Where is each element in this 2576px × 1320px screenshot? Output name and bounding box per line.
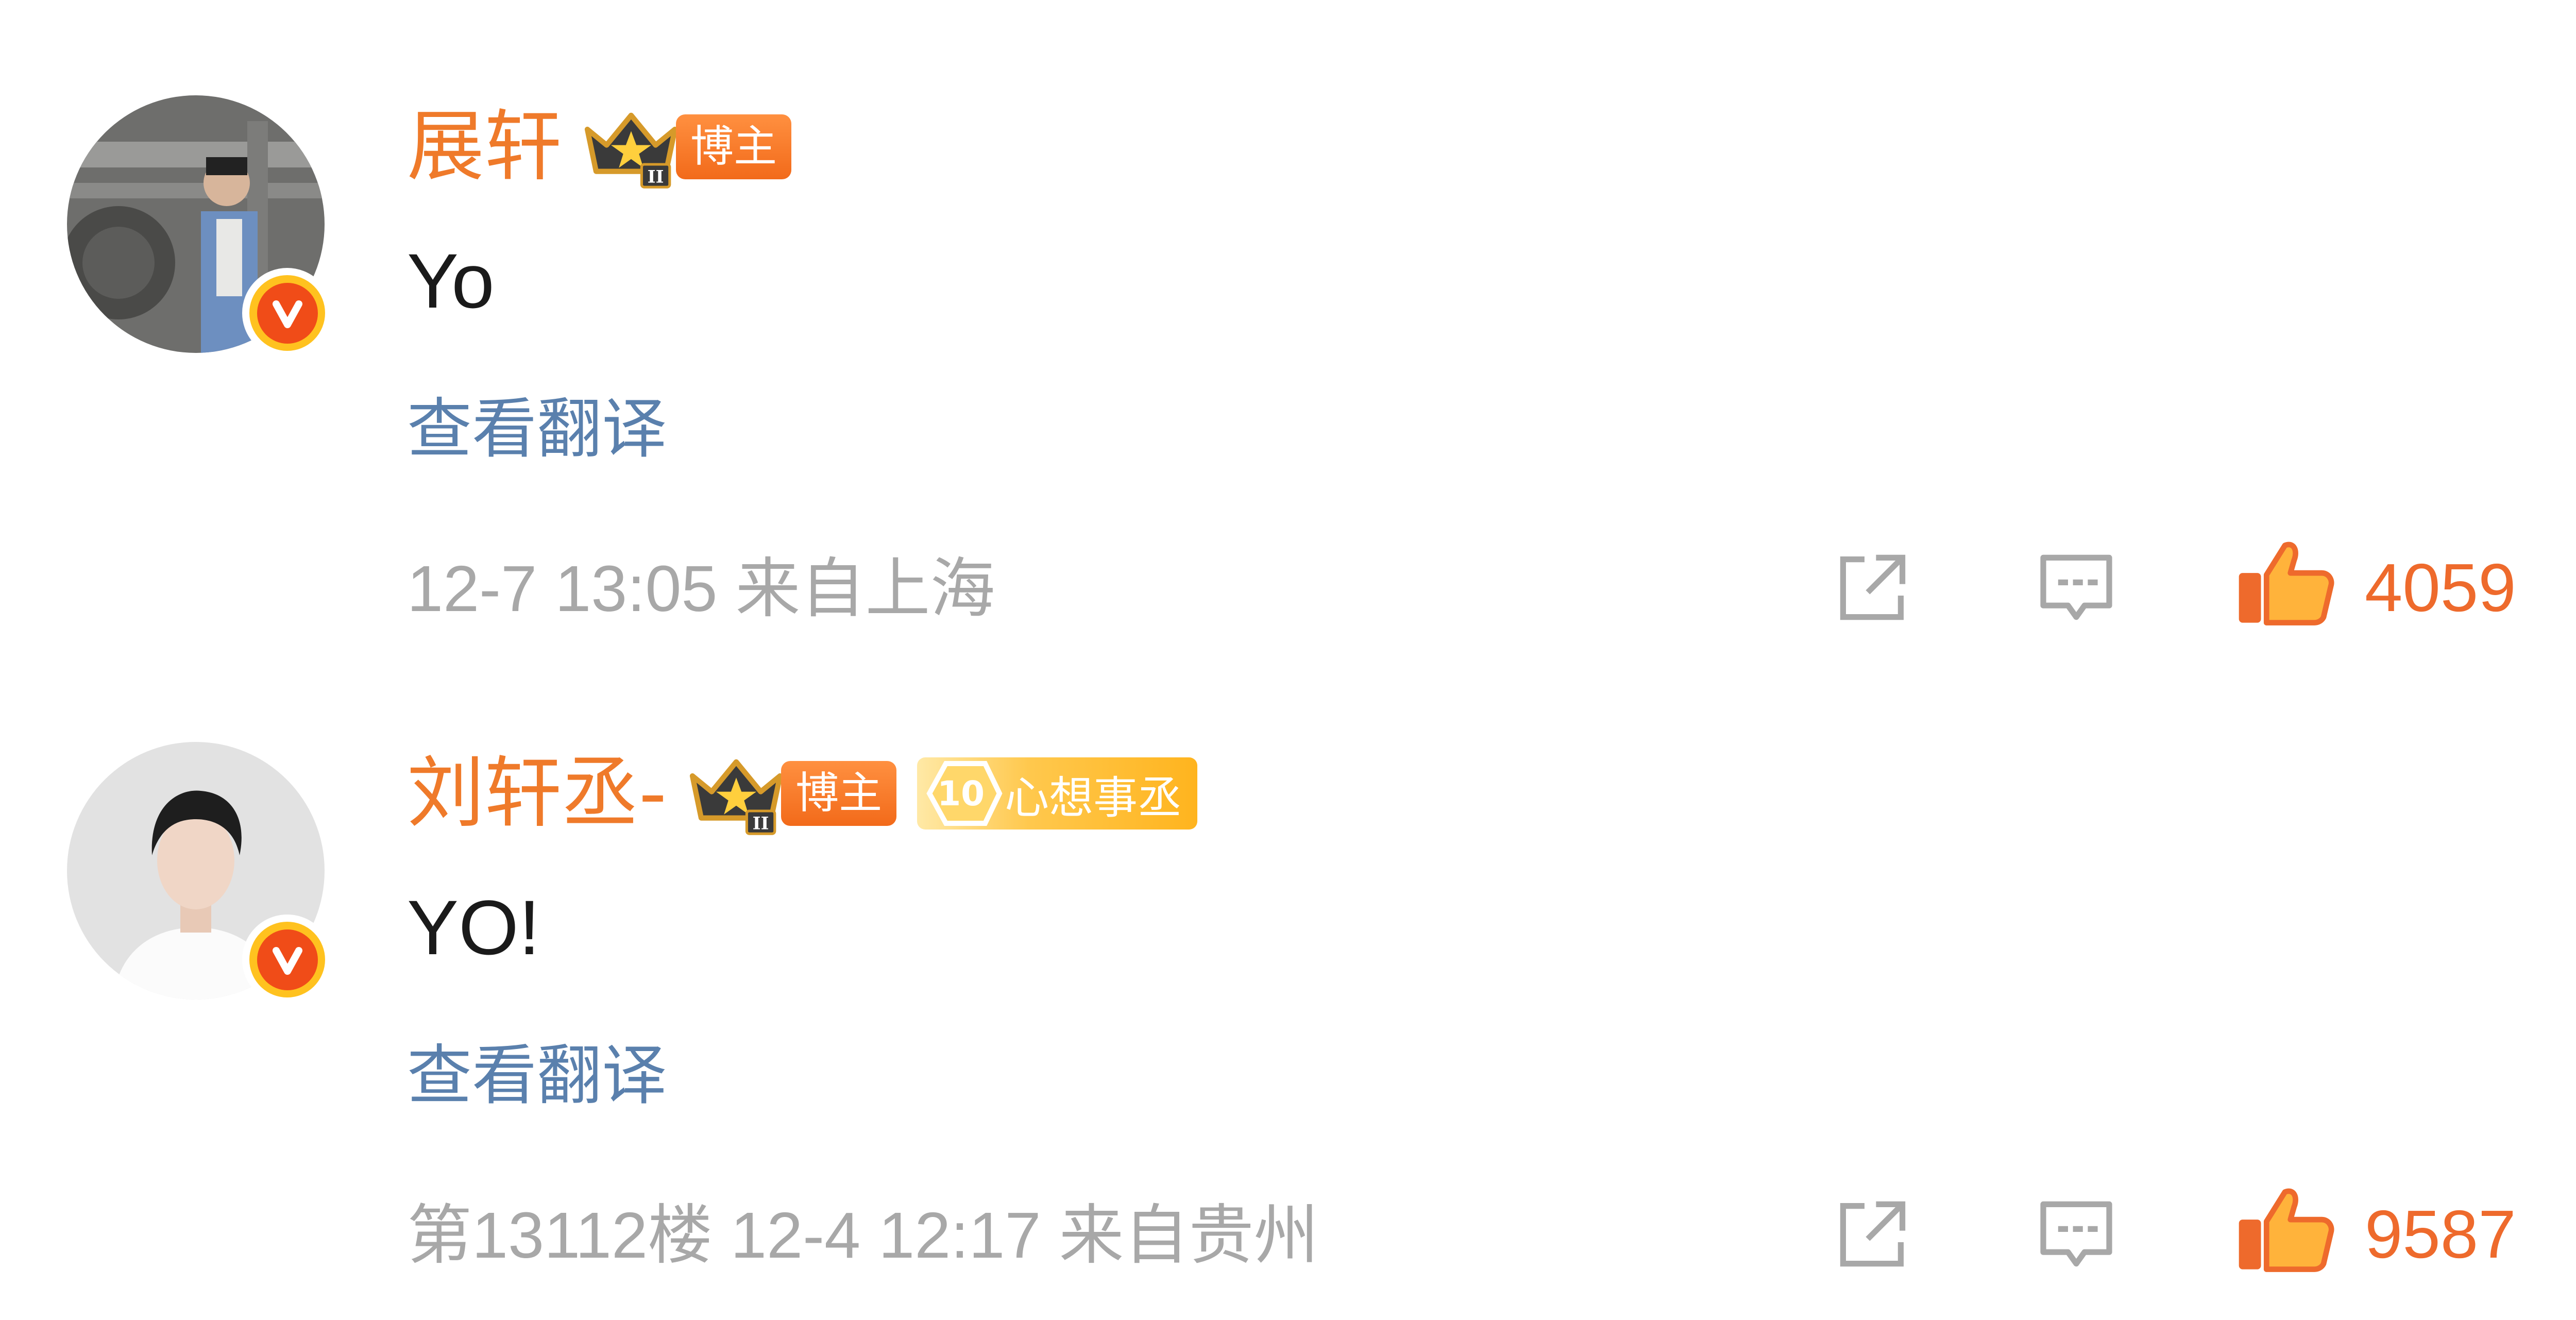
crown-icon: II bbox=[690, 759, 783, 835]
fan-badge[interactable]: 10 心想事丞 bbox=[917, 757, 1198, 830]
comment-meta: 12-7 13:05 来自上海 bbox=[407, 552, 995, 625]
svg-text:II: II bbox=[753, 814, 769, 834]
verified-v-icon bbox=[242, 915, 332, 1005]
comment-text: YO! bbox=[407, 884, 540, 971]
verified-v-icon bbox=[242, 268, 332, 358]
view-translation-link[interactable]: 查看翻译 bbox=[407, 1043, 667, 1108]
thumbs-up-icon[interactable] bbox=[2233, 1182, 2336, 1275]
username[interactable]: 刘轩丞- bbox=[407, 755, 667, 832]
blogger-badge[interactable]: II 博主 bbox=[577, 103, 792, 191]
username[interactable]: 展轩 bbox=[407, 108, 562, 185]
share-icon[interactable] bbox=[1829, 546, 1917, 629]
fan-badge-label: 心想事丞 bbox=[1005, 772, 1182, 824]
reply-comment-icon[interactable] bbox=[2032, 546, 2120, 629]
blogger-badge[interactable]: II 博主 bbox=[682, 750, 897, 837]
name-row: 展轩 II 博主 bbox=[407, 95, 792, 198]
like-count: 4059 bbox=[2365, 550, 2516, 625]
blogger-label: 博主 bbox=[676, 114, 792, 179]
reply-comment-icon[interactable] bbox=[2032, 1193, 2120, 1275]
fan-level-icon: 10 bbox=[917, 757, 1005, 830]
like-count: 9587 bbox=[2365, 1196, 2516, 1272]
view-translation-link[interactable]: 查看翻译 bbox=[407, 397, 667, 462]
svg-text:II: II bbox=[648, 167, 664, 188]
blogger-label: 博主 bbox=[781, 761, 897, 826]
share-icon[interactable] bbox=[1829, 1193, 1917, 1275]
thumbs-up-icon[interactable] bbox=[2233, 536, 2336, 629]
comment-meta: 第13112楼 12-4 12:17 来自贵州 bbox=[407, 1199, 1319, 1272]
fan-level-number: 10 bbox=[937, 773, 985, 814]
name-row: 刘轩丞- II 博主 10 心想事丞 bbox=[407, 742, 1198, 845]
comment-text: Yo bbox=[407, 238, 495, 324]
crown-icon: II bbox=[584, 112, 678, 189]
